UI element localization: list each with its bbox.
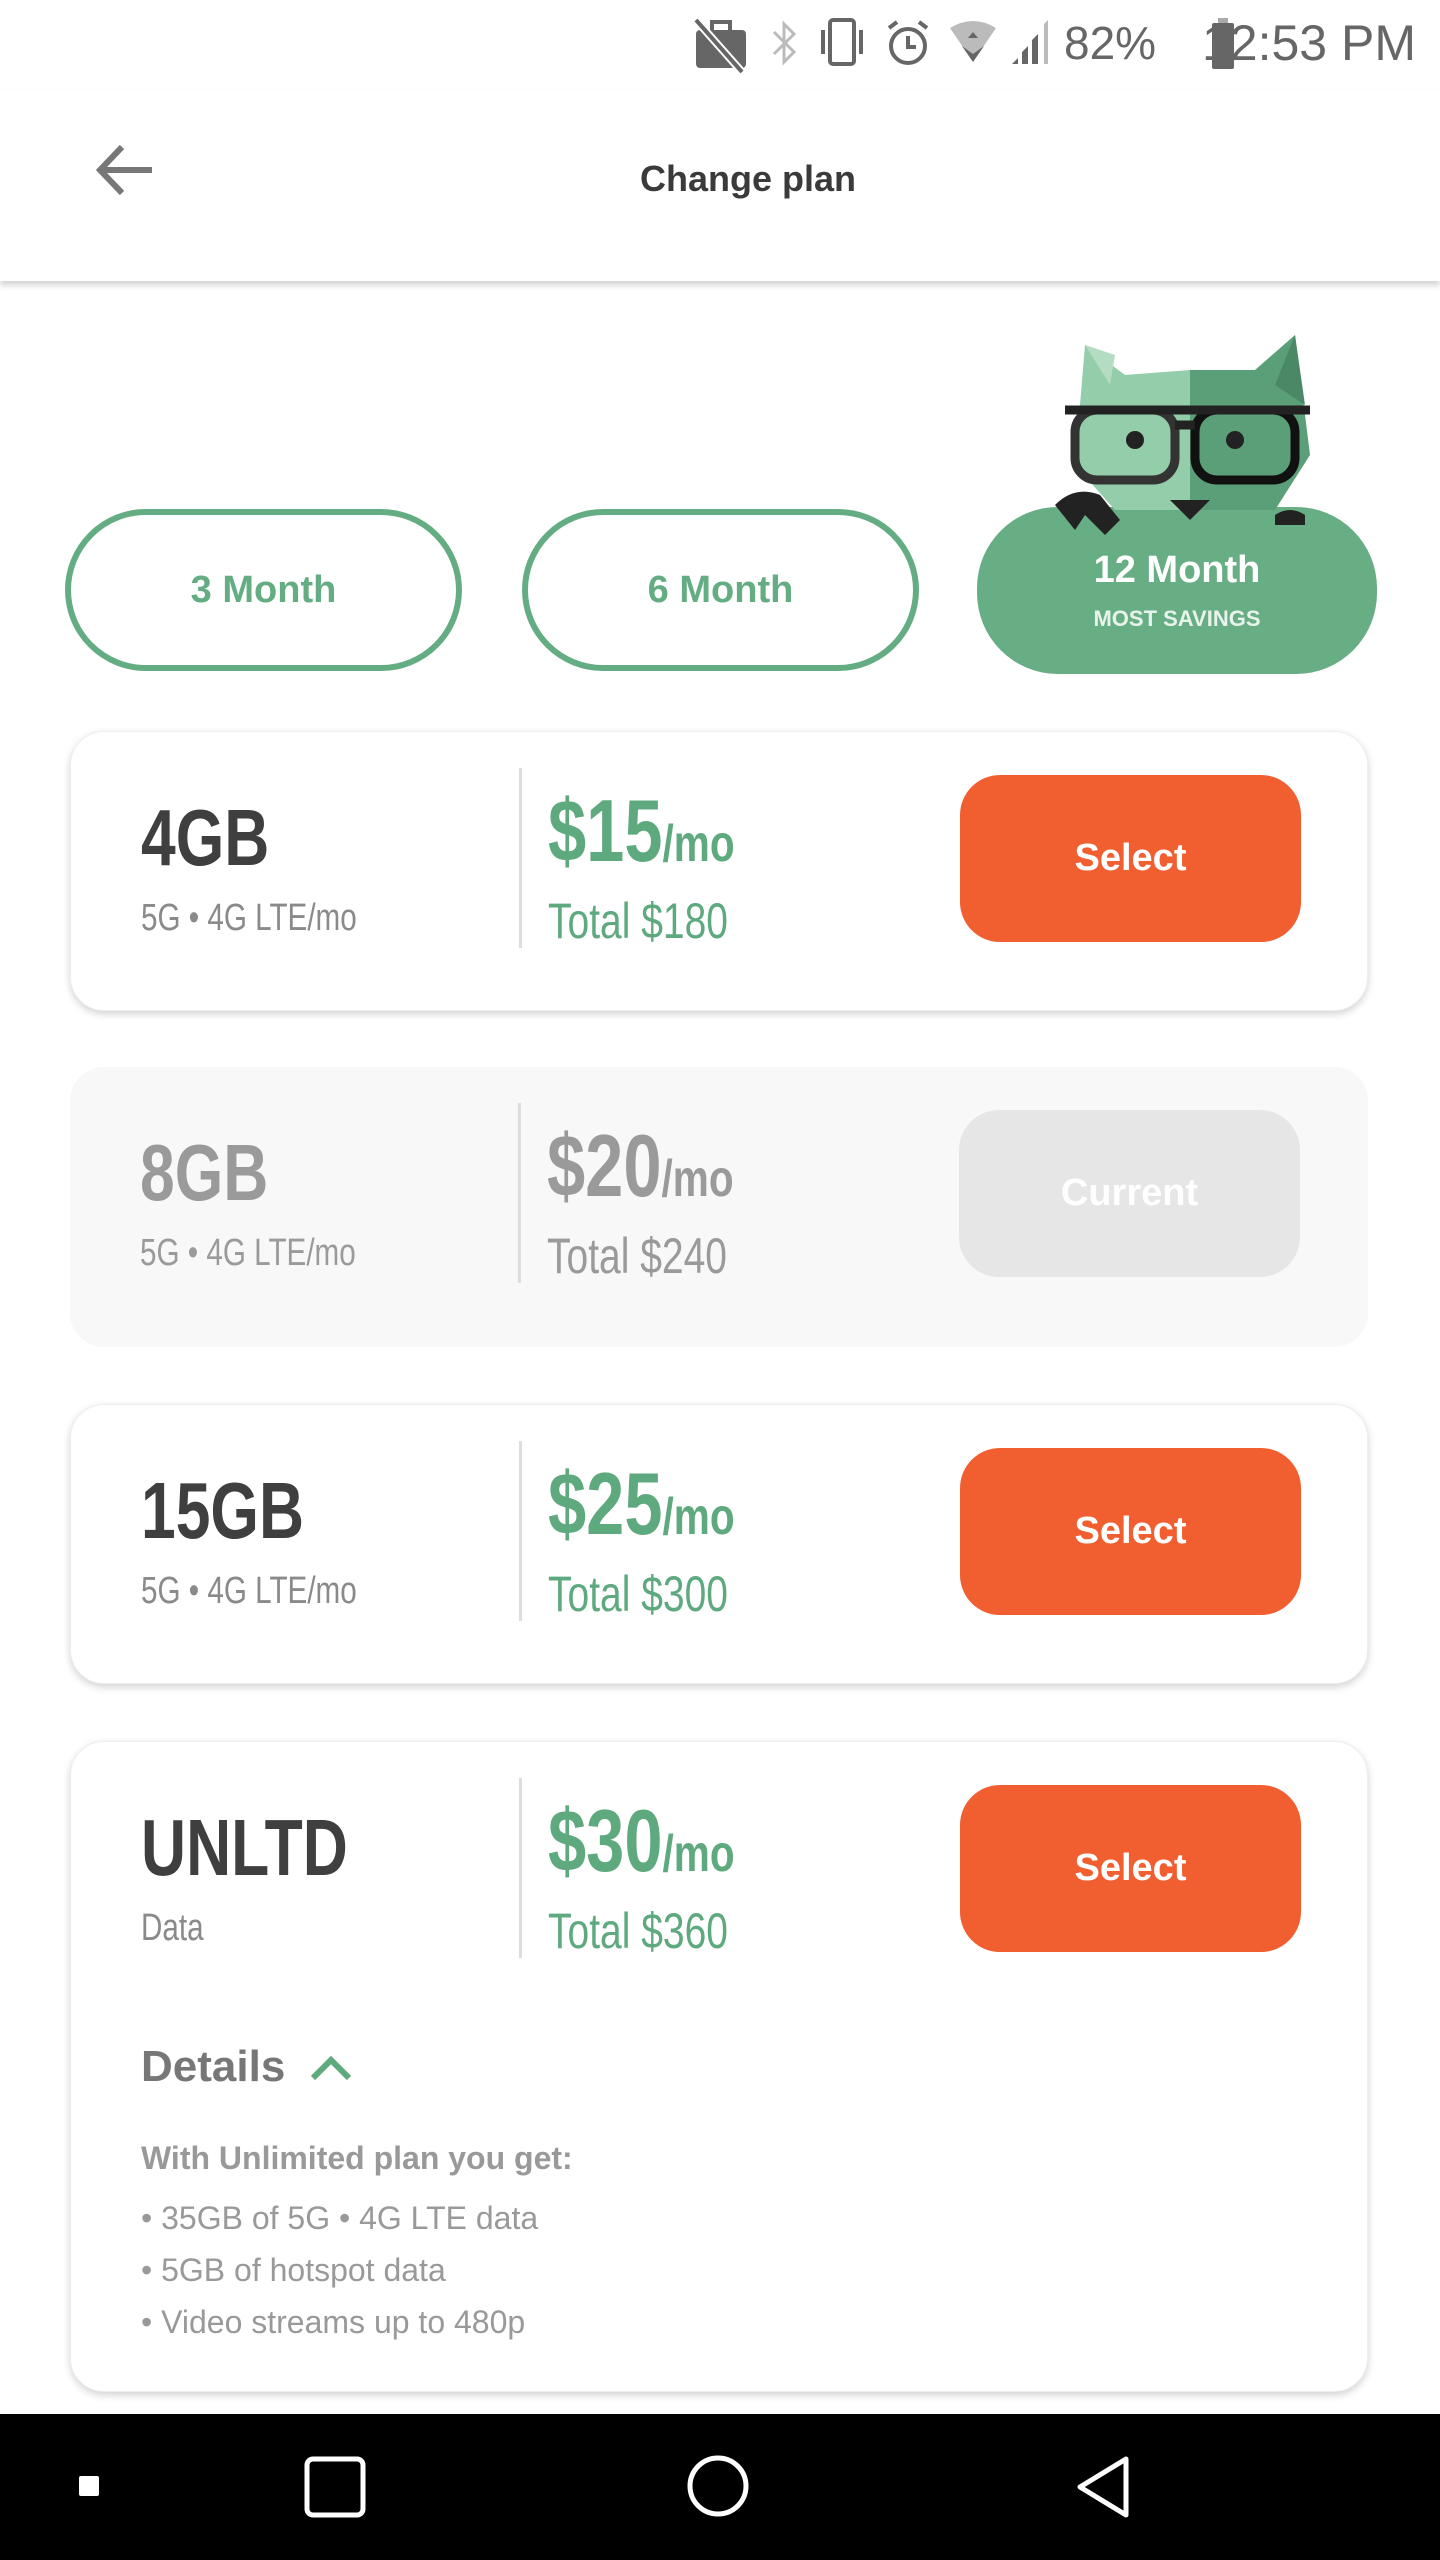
- plan-desc: 5G • 4G LTE/mo: [140, 1232, 356, 1274]
- plan-card-unlimited: UNLTD Data $30/mo Total $360 Select Deta…: [70, 1741, 1368, 2392]
- price-unit: /mo: [662, 1825, 735, 1883]
- list-item: • Video streams up to 480p: [141, 2304, 526, 2340]
- plan-card-15gb: 15GB 5G • 4G LTE/mo $25/mo Total $300 Se…: [70, 1404, 1368, 1684]
- app-header: Change plan: [0, 90, 1440, 281]
- details-toggle[interactable]: Details: [141, 2042, 353, 2092]
- fox-mascot-icon: [1055, 335, 1310, 535]
- tab-sublabel: MOST SAVINGS: [1093, 606, 1261, 631]
- work-off-icon: [693, 18, 746, 74]
- details-heading: With Unlimited plan you get:: [141, 2140, 573, 2176]
- price-unit: /mo: [662, 1488, 735, 1546]
- current-plan-button: Current: [959, 1110, 1300, 1277]
- vibrate-icon: [821, 18, 863, 66]
- divider: [519, 1778, 522, 1958]
- plan-price: $30: [548, 1791, 663, 1890]
- status-bar: 82% 12:53 PM: [0, 0, 1440, 90]
- wifi-icon: [950, 21, 996, 62]
- battery-percent: 82%: [1064, 17, 1157, 69]
- signal-icon: [1012, 20, 1048, 64]
- plan-card-8gb: 8GB 5G • 4G LTE/mo $20/mo Total $240 Cur…: [70, 1067, 1368, 1347]
- clock: 12:53 PM: [1201, 15, 1416, 71]
- plan-name: 8GB: [140, 1128, 269, 1217]
- list-item: • 35GB of 5G • 4G LTE data: [141, 2200, 539, 2236]
- plan-desc: Data: [141, 1907, 204, 1949]
- plan-desc: 5G • 4G LTE/mo: [141, 1570, 357, 1612]
- recents-dot-icon[interactable]: [70, 2472, 110, 2502]
- plan-name: UNLTD: [141, 1803, 348, 1892]
- back-triangle-icon[interactable]: [1074, 2454, 1134, 2520]
- tab-label: 6 Month: [647, 568, 794, 611]
- tab-label: 12 Month: [1093, 549, 1261, 591]
- details-label: Details: [141, 2042, 286, 2091]
- plan-price: $20: [547, 1116, 662, 1215]
- price-unit: /mo: [662, 815, 735, 873]
- select-button[interactable]: Select: [960, 1448, 1301, 1615]
- divider: [519, 768, 522, 948]
- plan-price: $15: [548, 781, 663, 880]
- home-circle-icon[interactable]: [686, 2454, 750, 2518]
- plan-total: Total $240: [547, 1228, 727, 1284]
- list-item: • 5GB of hotspot data: [141, 2252, 446, 2288]
- divider: [518, 1103, 521, 1283]
- plan-total: Total $360: [548, 1903, 728, 1959]
- select-button[interactable]: Select: [960, 1785, 1301, 1952]
- plan-total: Total $300: [548, 1566, 728, 1622]
- plan-desc: 5G • 4G LTE/mo: [141, 897, 357, 939]
- plan-price: $25: [548, 1454, 663, 1553]
- alarm-icon: [887, 20, 929, 65]
- price-unit: /mo: [661, 1150, 734, 1208]
- plan-card-4gb: 4GB 5G • 4G LTE/mo $15/mo Total $180 Sel…: [70, 731, 1368, 1011]
- plan-total: Total $180: [548, 893, 728, 949]
- details-list: • 35GB of 5G • 4G LTE data • 5GB of hots…: [141, 2192, 538, 2348]
- chevron-up-icon: [311, 2055, 352, 2081]
- tab-3-month[interactable]: 3 Month: [65, 509, 462, 671]
- tab-6-month[interactable]: 6 Month: [522, 509, 919, 671]
- overview-square-icon[interactable]: [302, 2454, 370, 2522]
- plan-name: 4GB: [141, 793, 270, 882]
- select-button[interactable]: Select: [960, 775, 1301, 942]
- plan-name: 15GB: [141, 1466, 305, 1555]
- navigation-bar: [0, 2414, 1440, 2560]
- divider: [519, 1441, 522, 1621]
- bluetooth-icon: [772, 20, 797, 66]
- page-title: Change plan: [639, 158, 857, 199]
- tab-label: 3 Month: [190, 568, 337, 611]
